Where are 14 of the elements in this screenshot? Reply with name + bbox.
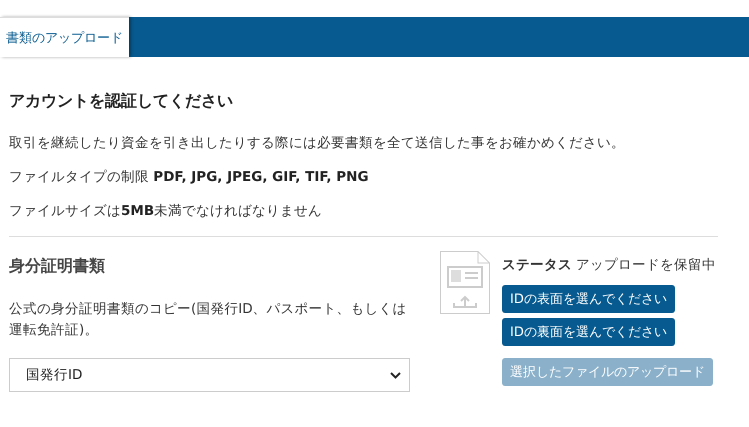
status-value: アップロードを保留中: [576, 257, 716, 273]
status-label: ステータス: [502, 257, 572, 273]
chevron-down-icon: [390, 372, 401, 378]
document-type-select[interactable]: 国発行ID: [9, 358, 410, 392]
select-file-button[interactable]: IDの表面を選んでください: [502, 285, 675, 313]
section-title: 身分証明書類: [9, 256, 106, 277]
page-heading: アカウントを認証してください: [9, 91, 234, 112]
tab[interactable]: 書類のアップロード: [0, 17, 129, 57]
id-document-icon: [440, 251, 490, 314]
paragraph: ファイルサイズは5MB未満でなければなりません: [9, 202, 324, 220]
paragraph: 取引を継続したり資金を引き出したりする際には必要書類を全て送信した事をお確かめください。: [9, 134, 626, 152]
select-file-button[interactable]: IDの裏面を選んでください: [502, 318, 675, 346]
section-description: 公式の身分証明書類のコピー(国発行ID、パスポート、もしくは運転免許証)。: [9, 300, 408, 340]
paragraph: ファイルタイプの制限 PDF, JPG, JPEG, GIF, TIF, PNG: [9, 168, 370, 186]
